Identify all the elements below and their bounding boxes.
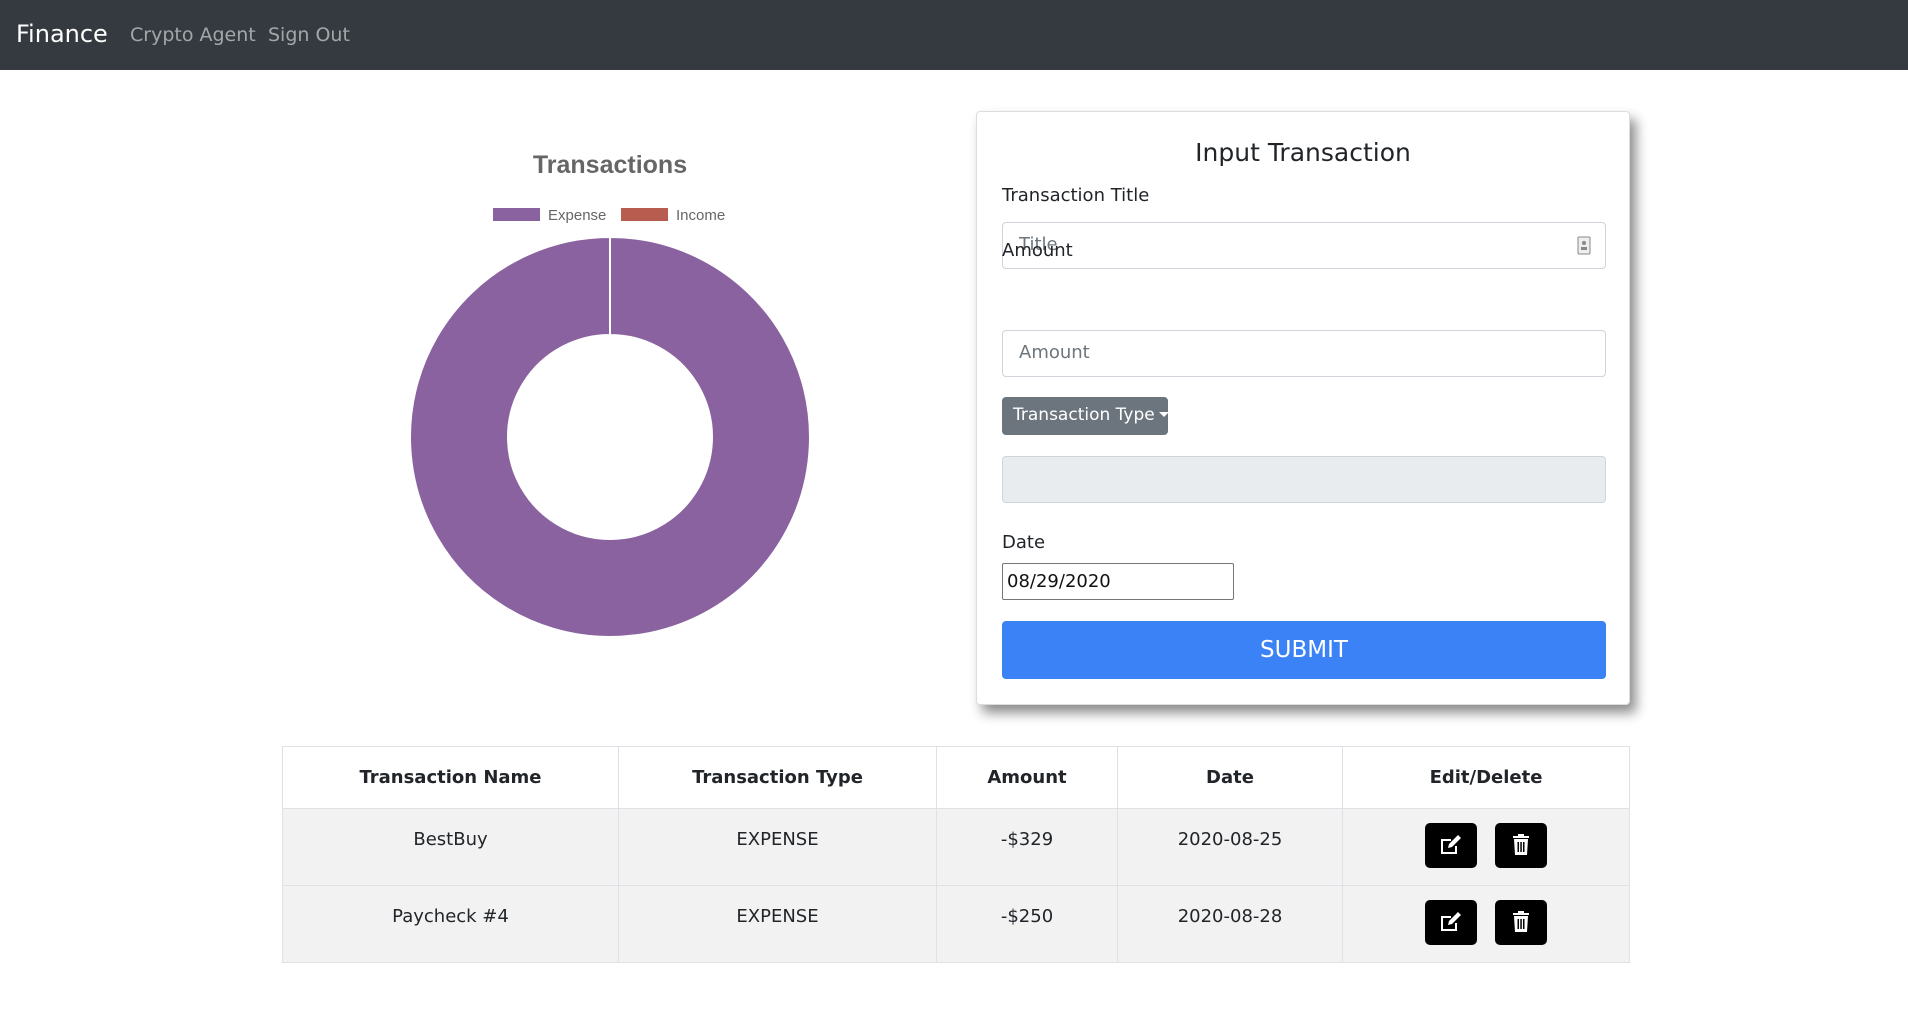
cell-name: Paycheck #4 xyxy=(282,885,619,963)
delete-button[interactable] xyxy=(1495,823,1547,868)
table-row: Paycheck #4 EXPENSE -$250 2020-08-28 xyxy=(282,885,1630,963)
cell-actions xyxy=(1342,885,1630,963)
submit-button[interactable]: SUBMIT xyxy=(1002,621,1606,679)
chart-title: Transactions xyxy=(533,151,687,179)
contact-card-icon[interactable] xyxy=(1577,236,1591,256)
cell-date: 2020-08-28 xyxy=(1117,885,1343,963)
cell-amount: -$329 xyxy=(936,808,1118,886)
transaction-type-field xyxy=(1002,456,1606,503)
amount-placeholder: Amount xyxy=(1019,342,1090,363)
transactions-table: Transaction Name Transaction Type Amount… xyxy=(282,746,1630,963)
legend-swatch-income[interactable] xyxy=(621,208,668,221)
cell-actions xyxy=(1342,808,1630,886)
edit-button[interactable] xyxy=(1425,900,1477,945)
col-actions: Edit/Delete xyxy=(1342,746,1630,809)
edit-icon xyxy=(1439,912,1463,938)
nav-crypto-agent[interactable]: Crypto Agent xyxy=(130,24,256,46)
amount-input[interactable]: Amount xyxy=(1002,330,1606,377)
legend-swatch-expense[interactable] xyxy=(493,208,540,221)
edit-icon xyxy=(1439,835,1463,861)
cell-date: 2020-08-25 xyxy=(1117,808,1343,886)
cell-name: BestBuy xyxy=(282,808,619,886)
amount-label: Amount xyxy=(1002,240,1073,261)
title-label: Transaction Title xyxy=(1002,185,1150,206)
col-date: Date xyxy=(1117,746,1343,809)
caret-down-icon xyxy=(1158,412,1169,417)
transactions-doughnut-chart: Transactions Expense Income xyxy=(409,151,811,638)
cell-type: EXPENSE xyxy=(618,885,937,963)
cell-type: EXPENSE xyxy=(618,808,937,886)
title-input[interactable]: Title xyxy=(1002,222,1606,269)
card-title: Input Transaction xyxy=(1195,138,1411,167)
cell-amount: -$250 xyxy=(936,885,1118,963)
transaction-type-dropdown[interactable]: Transaction Type xyxy=(1002,397,1169,435)
legend-label-income[interactable]: Income xyxy=(676,207,725,224)
navbar: Finance Crypto Agent Sign Out xyxy=(0,0,1908,70)
delete-button[interactable] xyxy=(1495,900,1547,945)
legend-label-expense[interactable]: Expense xyxy=(548,207,606,224)
input-transaction-card: Input Transaction Transaction Title Titl… xyxy=(976,111,1630,705)
table-row: BestBuy EXPENSE -$329 2020-08-25 xyxy=(282,808,1630,886)
date-label: Date xyxy=(1002,532,1046,553)
nav-sign-out[interactable]: Sign Out xyxy=(268,24,350,46)
brand-link[interactable]: Finance xyxy=(16,20,108,48)
date-input[interactable]: 08/29/2020 xyxy=(1002,563,1234,600)
col-amount: Amount xyxy=(936,746,1118,809)
edit-button[interactable] xyxy=(1425,823,1477,868)
col-name: Transaction Name xyxy=(282,746,619,809)
dropdown-label: Transaction Type xyxy=(1013,405,1155,425)
trash-icon xyxy=(1512,911,1530,938)
col-type: Transaction Type xyxy=(618,746,937,809)
trash-icon xyxy=(1512,834,1530,861)
